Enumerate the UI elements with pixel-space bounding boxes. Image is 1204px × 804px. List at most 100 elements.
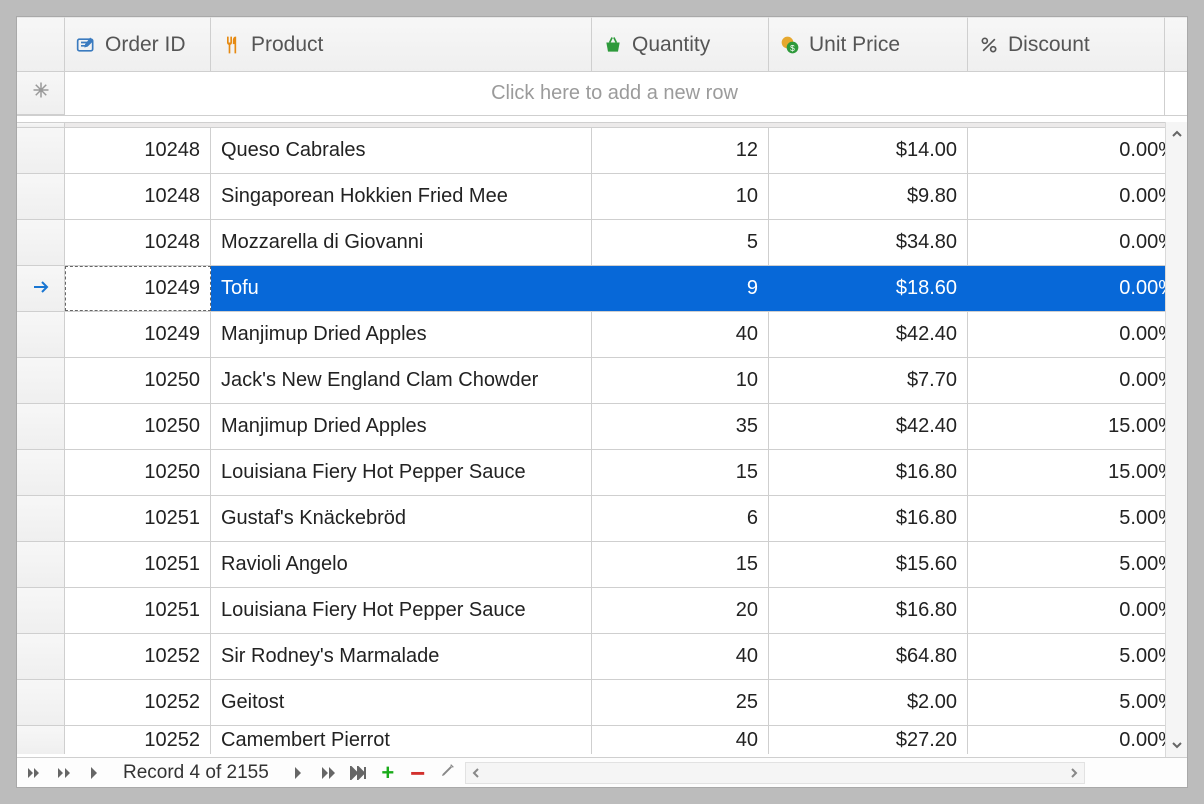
column-header-unit-price[interactable]: $ Unit Price [769,17,968,72]
cell-quantity[interactable]: 40 [592,312,769,357]
row-indicator[interactable] [17,220,65,265]
cell-order-id[interactable]: 10252 [65,634,211,679]
cell-unit-price[interactable]: $16.80 [769,588,968,633]
table-row[interactable]: 10250Louisiana Fiery Hot Pepper Sauce15$… [17,450,1187,496]
column-header-discount[interactable]: Discount [968,17,1165,72]
table-row[interactable]: 10252Sir Rodney's Marmalade40$64.805.00% [17,634,1187,680]
scroll-up-button[interactable] [1166,122,1187,146]
cell-discount[interactable]: 0.00% [968,312,1187,357]
cell-unit-price[interactable]: $2.00 [769,680,968,725]
cell-quantity[interactable]: 15 [592,542,769,587]
cell-quantity[interactable]: 40 [592,634,769,679]
table-row[interactable]: 10248Mozzarella di Giovanni5$34.800.00% [17,220,1187,266]
cell-unit-price[interactable]: $15.60 [769,542,968,587]
hscroll-left-button[interactable] [466,763,486,783]
cell-unit-price[interactable]: $27.20 [769,726,968,754]
nav-edit-button[interactable] [435,761,461,785]
nav-next-button[interactable] [285,761,311,785]
row-indicator[interactable] [17,266,65,311]
cell-product[interactable]: Queso Cabrales [211,128,592,173]
cell-discount[interactable]: 0.00% [968,220,1187,265]
cell-order-id[interactable]: 10252 [65,726,211,754]
table-row[interactable]: 10248Queso Cabrales12$14.000.00% [17,128,1187,174]
cell-quantity[interactable]: 35 [592,404,769,449]
nav-prev-button[interactable] [81,761,107,785]
cell-order-id[interactable]: 10248 [65,174,211,219]
hscroll-right-button[interactable] [1064,763,1084,783]
row-indicator[interactable] [17,680,65,725]
cell-quantity[interactable]: 12 [592,128,769,173]
nav-prev-page-button[interactable] [51,761,77,785]
cell-order-id[interactable]: 10251 [65,496,211,541]
row-indicator[interactable] [17,450,65,495]
row-indicator[interactable] [17,174,65,219]
column-header-quantity[interactable]: Quantity [592,17,769,72]
cell-discount[interactable]: 0.00% [968,726,1187,754]
cell-unit-price[interactable]: $42.40 [769,312,968,357]
table-row[interactable]: 10252Camembert Pierrot40$27.200.00% [17,726,1187,754]
cell-unit-price[interactable]: $18.60 [769,266,968,311]
cell-product[interactable]: Gustaf's Knäckebröd [211,496,592,541]
row-indicator[interactable] [17,496,65,541]
cell-order-id[interactable]: 10248 [65,128,211,173]
cell-order-id[interactable]: 10249 [65,266,211,311]
cell-product[interactable]: Sir Rodney's Marmalade [211,634,592,679]
cell-unit-price[interactable]: $9.80 [769,174,968,219]
cell-unit-price[interactable]: $16.80 [769,496,968,541]
cell-quantity[interactable]: 10 [592,174,769,219]
cell-quantity[interactable]: 15 [592,450,769,495]
cell-product[interactable]: Manjimup Dried Apples [211,312,592,357]
cell-product[interactable]: Jack's New England Clam Chowder [211,358,592,403]
row-indicator[interactable] [17,542,65,587]
cell-discount[interactable]: 15.00% [968,450,1187,495]
cell-unit-price[interactable]: $42.40 [769,404,968,449]
cell-order-id[interactable]: 10248 [65,220,211,265]
cell-quantity[interactable]: 9 [592,266,769,311]
vertical-scrollbar[interactable] [1165,122,1187,757]
cell-discount[interactable]: 5.00% [968,542,1187,587]
cell-unit-price[interactable]: $34.80 [769,220,968,265]
cell-discount[interactable]: 0.00% [968,128,1187,173]
cell-order-id[interactable]: 10249 [65,312,211,357]
cell-discount[interactable]: 0.00% [968,358,1187,403]
nav-add-button[interactable]: + [375,761,401,785]
cell-discount[interactable]: 0.00% [968,174,1187,219]
cell-unit-price[interactable]: $64.80 [769,634,968,679]
cell-order-id[interactable]: 10250 [65,404,211,449]
cell-product[interactable]: Geitost [211,680,592,725]
cell-product[interactable]: Singaporean Hokkien Fried Mee [211,174,592,219]
row-indicator[interactable] [17,358,65,403]
cell-product[interactable]: Louisiana Fiery Hot Pepper Sauce [211,450,592,495]
new-row-placeholder[interactable]: Click here to add a new row [65,72,1165,115]
table-row[interactable]: 10251Louisiana Fiery Hot Pepper Sauce20$… [17,588,1187,634]
column-header-order-id[interactable]: Order ID [65,17,211,72]
cell-discount[interactable]: 5.00% [968,680,1187,725]
cell-unit-price[interactable]: $14.00 [769,128,968,173]
table-row[interactable]: 10251Ravioli Angelo15$15.605.00% [17,542,1187,588]
cell-order-id[interactable]: 10251 [65,542,211,587]
row-indicator-header[interactable] [17,17,65,72]
scroll-down-button[interactable] [1166,733,1187,757]
cell-quantity[interactable]: 5 [592,220,769,265]
table-row[interactable]: 10250Manjimup Dried Apples35$42.4015.00% [17,404,1187,450]
table-row[interactable]: 10251Gustaf's Knäckebröd6$16.805.00% [17,496,1187,542]
cell-order-id[interactable]: 10250 [65,450,211,495]
cell-order-id[interactable]: 10252 [65,680,211,725]
cell-product[interactable]: Louisiana Fiery Hot Pepper Sauce [211,588,592,633]
cell-quantity[interactable]: 10 [592,358,769,403]
cell-unit-price[interactable]: $16.80 [769,450,968,495]
cell-quantity[interactable]: 20 [592,588,769,633]
row-indicator[interactable] [17,726,65,754]
cell-product[interactable]: Camembert Pierrot [211,726,592,754]
nav-last-button[interactable] [345,761,371,785]
cell-quantity[interactable]: 40 [592,726,769,754]
cell-unit-price[interactable]: $7.70 [769,358,968,403]
cell-quantity[interactable]: 25 [592,680,769,725]
column-header-product[interactable]: Product [211,17,592,72]
horizontal-scrollbar[interactable] [465,762,1085,784]
cell-discount[interactable]: 5.00% [968,496,1187,541]
cell-discount[interactable]: 0.00% [968,266,1187,311]
table-row[interactable]: 10252Geitost25$2.005.00% [17,680,1187,726]
row-indicator[interactable] [17,312,65,357]
cell-discount[interactable]: 5.00% [968,634,1187,679]
